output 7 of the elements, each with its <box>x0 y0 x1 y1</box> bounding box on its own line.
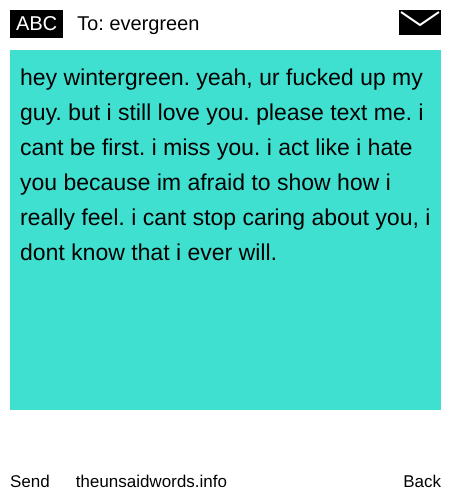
message-box[interactable]: hey wintergreen. yeah, ur fucked up my guy. but i still love you. please text me. i cant be first. i miss you. i act like i hate you because im afraid to show how i really feel. i cant stop caring about you, i dont know that i ever will. <box>10 50 441 410</box>
recipient-label: To: evergreen <box>77 12 200 37</box>
send-button[interactable]: Send <box>10 472 50 492</box>
website-label: theunsaidwords.info <box>76 472 227 492</box>
back-button[interactable]: Back <box>403 472 441 492</box>
envelope-icon <box>399 10 441 35</box>
keyboard-mode-label[interactable]: ABC <box>10 10 64 38</box>
